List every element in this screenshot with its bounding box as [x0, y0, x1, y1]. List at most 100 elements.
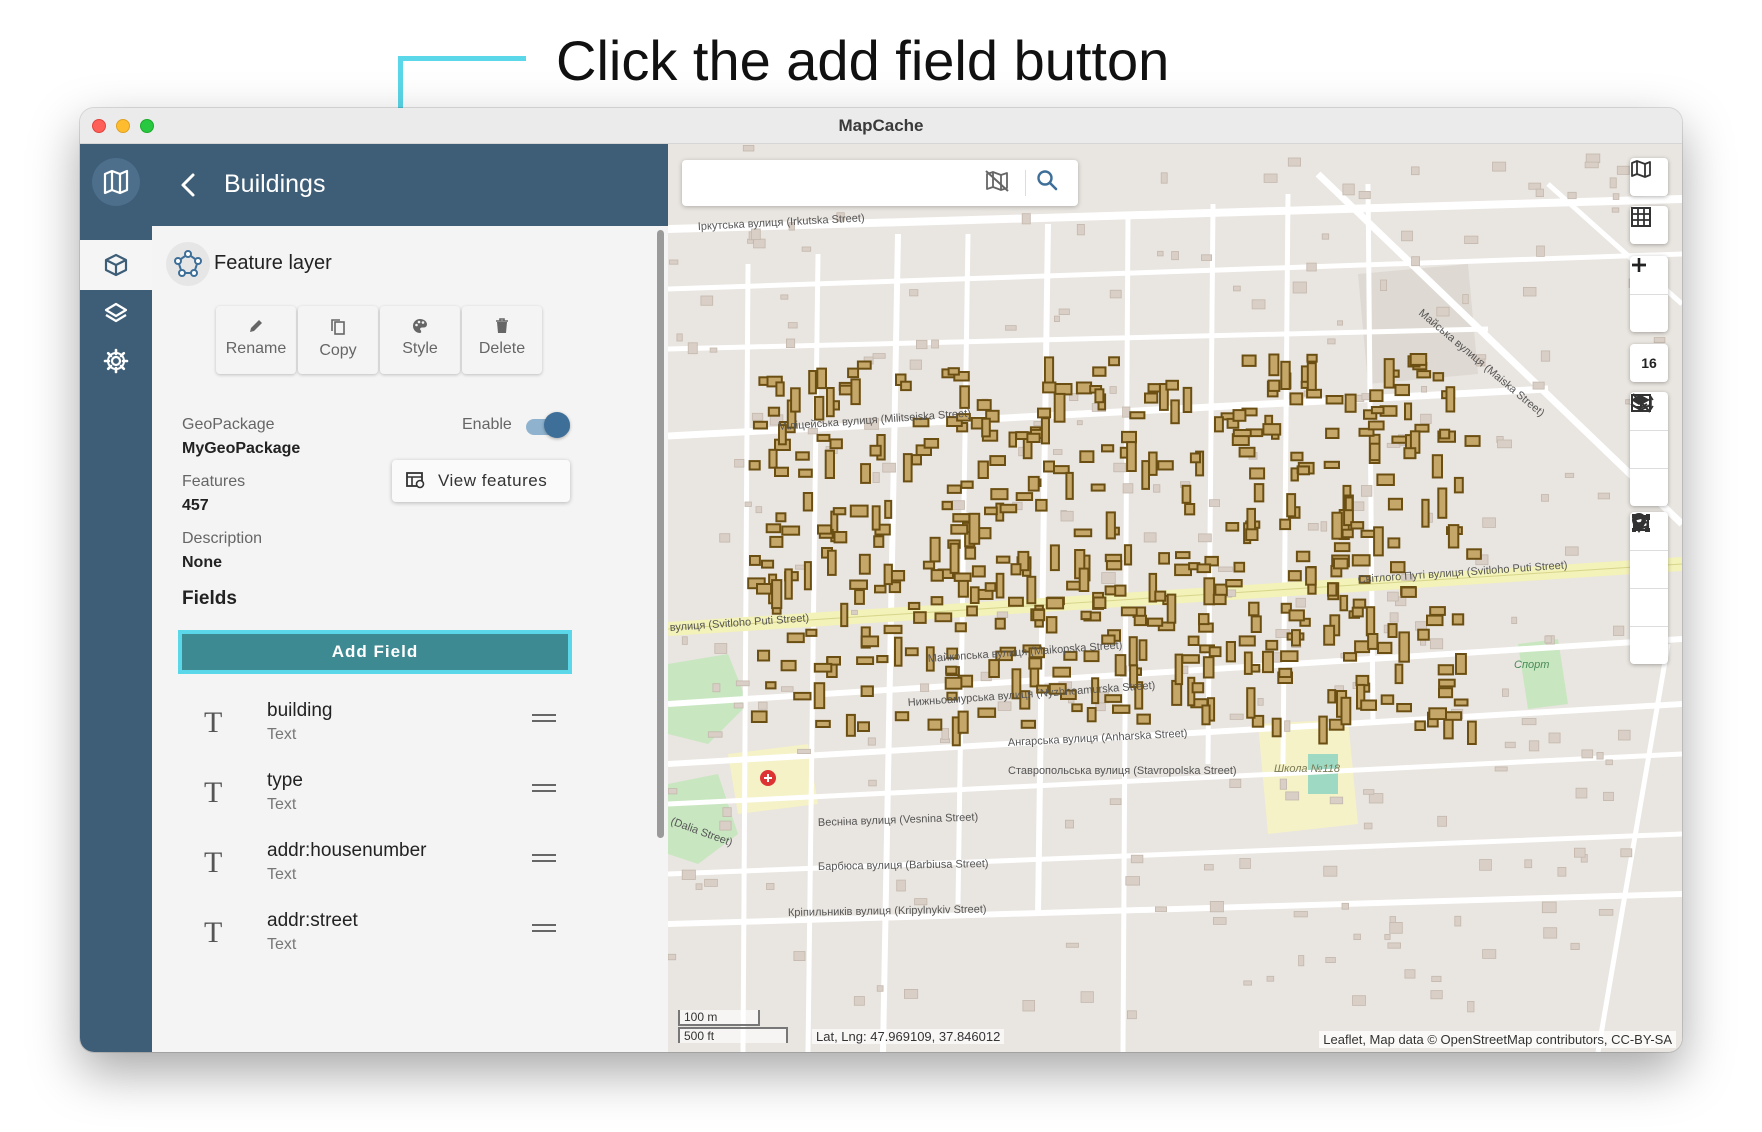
- feature-building[interactable]: [1373, 526, 1384, 557]
- feature-building[interactable]: [1355, 674, 1370, 687]
- feature-building[interactable]: [1075, 381, 1093, 395]
- view-features-button[interactable]: View features: [392, 460, 570, 502]
- feature-building[interactable]: [1280, 650, 1299, 662]
- feature-building[interactable]: [780, 659, 797, 672]
- feature-building[interactable]: [784, 568, 793, 600]
- feature-building[interactable]: [1325, 395, 1344, 405]
- feature-building[interactable]: [1020, 719, 1037, 729]
- feature-building[interactable]: [913, 611, 927, 624]
- feature-building[interactable]: [1101, 444, 1115, 453]
- feature-building[interactable]: [786, 632, 805, 644]
- feature-building[interactable]: [1267, 379, 1281, 392]
- feature-building[interactable]: [1318, 715, 1328, 745]
- feature-building[interactable]: [1369, 442, 1381, 462]
- feature-building[interactable]: [845, 713, 856, 737]
- feature-building[interactable]: [1105, 511, 1116, 540]
- feature-building[interactable]: [1053, 383, 1073, 396]
- feature-building[interactable]: [1416, 370, 1432, 379]
- feature-building[interactable]: [1232, 429, 1252, 438]
- feature-building[interactable]: [1028, 657, 1043, 670]
- feature-building[interactable]: [1037, 407, 1052, 419]
- feature-building[interactable]: [1248, 601, 1260, 617]
- feature-building[interactable]: [1035, 498, 1048, 512]
- feature-building[interactable]: [798, 468, 813, 478]
- feature-building[interactable]: [1344, 393, 1357, 413]
- copy-button[interactable]: Copy: [298, 306, 378, 374]
- feature-building[interactable]: [1181, 484, 1192, 504]
- feature-building[interactable]: [1367, 420, 1385, 431]
- feature-building[interactable]: [1246, 507, 1257, 531]
- feature-building[interactable]: [1225, 641, 1236, 663]
- feature-building[interactable]: [1154, 590, 1167, 602]
- feature-building[interactable]: [1065, 471, 1074, 500]
- grid-control[interactable]: [1630, 206, 1668, 244]
- feature-building[interactable]: [1394, 663, 1404, 685]
- feature-building[interactable]: [856, 656, 875, 665]
- feature-building[interactable]: [860, 635, 880, 648]
- basemap-control[interactable]: [1630, 158, 1668, 196]
- feature-building[interactable]: [1120, 606, 1138, 617]
- feature-building[interactable]: [824, 449, 835, 480]
- grid-overlay-button[interactable]: [1630, 206, 1668, 244]
- feature-building[interactable]: [1238, 446, 1256, 458]
- feature-building[interactable]: [984, 506, 998, 516]
- feature-building[interactable]: [1191, 682, 1205, 694]
- feature-building[interactable]: [1201, 704, 1211, 726]
- feature-building[interactable]: [977, 707, 997, 718]
- feature-building[interactable]: [874, 584, 887, 594]
- draw-line-button[interactable]: [1630, 515, 1668, 664]
- feature-building[interactable]: [1071, 703, 1083, 713]
- feature-building[interactable]: [1202, 656, 1215, 679]
- feature-building[interactable]: [989, 455, 1006, 467]
- feature-building[interactable]: [1426, 614, 1444, 627]
- feature-building[interactable]: [1175, 551, 1191, 560]
- feature-building[interactable]: [860, 463, 872, 484]
- map-attribution[interactable]: Leaflet, Map data © OpenStreetMap contri…: [1319, 1031, 1676, 1048]
- field-row-addr-housenumber[interactable]: T addr:housenumber Text: [152, 832, 668, 902]
- draw-polygon-button[interactable]: [1630, 514, 1668, 588]
- feature-building[interactable]: [1464, 435, 1481, 447]
- feature-building[interactable]: [1203, 577, 1216, 606]
- feature-building[interactable]: [1350, 521, 1365, 530]
- feature-building[interactable]: [900, 380, 912, 392]
- feature-building[interactable]: [927, 718, 943, 731]
- feature-building[interactable]: [883, 624, 903, 635]
- feature-building[interactable]: [1421, 498, 1430, 528]
- feature-building[interactable]: [1249, 467, 1266, 480]
- feature-building[interactable]: [847, 367, 860, 379]
- feature-building[interactable]: [1112, 704, 1131, 714]
- feature-building[interactable]: [1305, 566, 1317, 586]
- feature-building[interactable]: [850, 378, 861, 406]
- feature-building[interactable]: [767, 406, 781, 417]
- feature-building[interactable]: [813, 682, 826, 710]
- feature-building[interactable]: [922, 560, 936, 570]
- feature-building[interactable]: [904, 647, 919, 657]
- app-logo[interactable]: [92, 158, 140, 206]
- feature-building[interactable]: [1394, 383, 1410, 397]
- feature-building[interactable]: [1333, 542, 1351, 553]
- feature-building[interactable]: [1079, 450, 1095, 463]
- feature-building[interactable]: [964, 546, 977, 560]
- feature-building[interactable]: [1340, 696, 1352, 726]
- feature-building[interactable]: [1438, 678, 1456, 688]
- feature-building[interactable]: [1288, 609, 1305, 622]
- feature-building[interactable]: [1365, 606, 1376, 637]
- feature-building[interactable]: [1404, 402, 1413, 421]
- feature-building[interactable]: [1291, 629, 1301, 647]
- feature-building[interactable]: [860, 685, 874, 698]
- feature-building[interactable]: [771, 579, 783, 610]
- feature-building[interactable]: [1341, 528, 1354, 539]
- map-canvas[interactable]: Іркутська вулиця (Irkutska Street) Міліц…: [668, 144, 1682, 1052]
- enable-toggle-knob[interactable]: [544, 412, 570, 438]
- feature-building[interactable]: [873, 535, 885, 548]
- feature-building[interactable]: [748, 460, 761, 471]
- feature-building[interactable]: [1396, 703, 1413, 713]
- feature-building[interactable]: [1144, 392, 1159, 404]
- feature-building[interactable]: [1377, 641, 1393, 654]
- feature-building[interactable]: [930, 596, 944, 606]
- feature-building[interactable]: [1232, 409, 1247, 422]
- feature-building[interactable]: [1447, 524, 1460, 549]
- feature-building[interactable]: [790, 387, 801, 413]
- feature-building[interactable]: [999, 503, 1018, 514]
- feature-building[interactable]: [1439, 428, 1451, 440]
